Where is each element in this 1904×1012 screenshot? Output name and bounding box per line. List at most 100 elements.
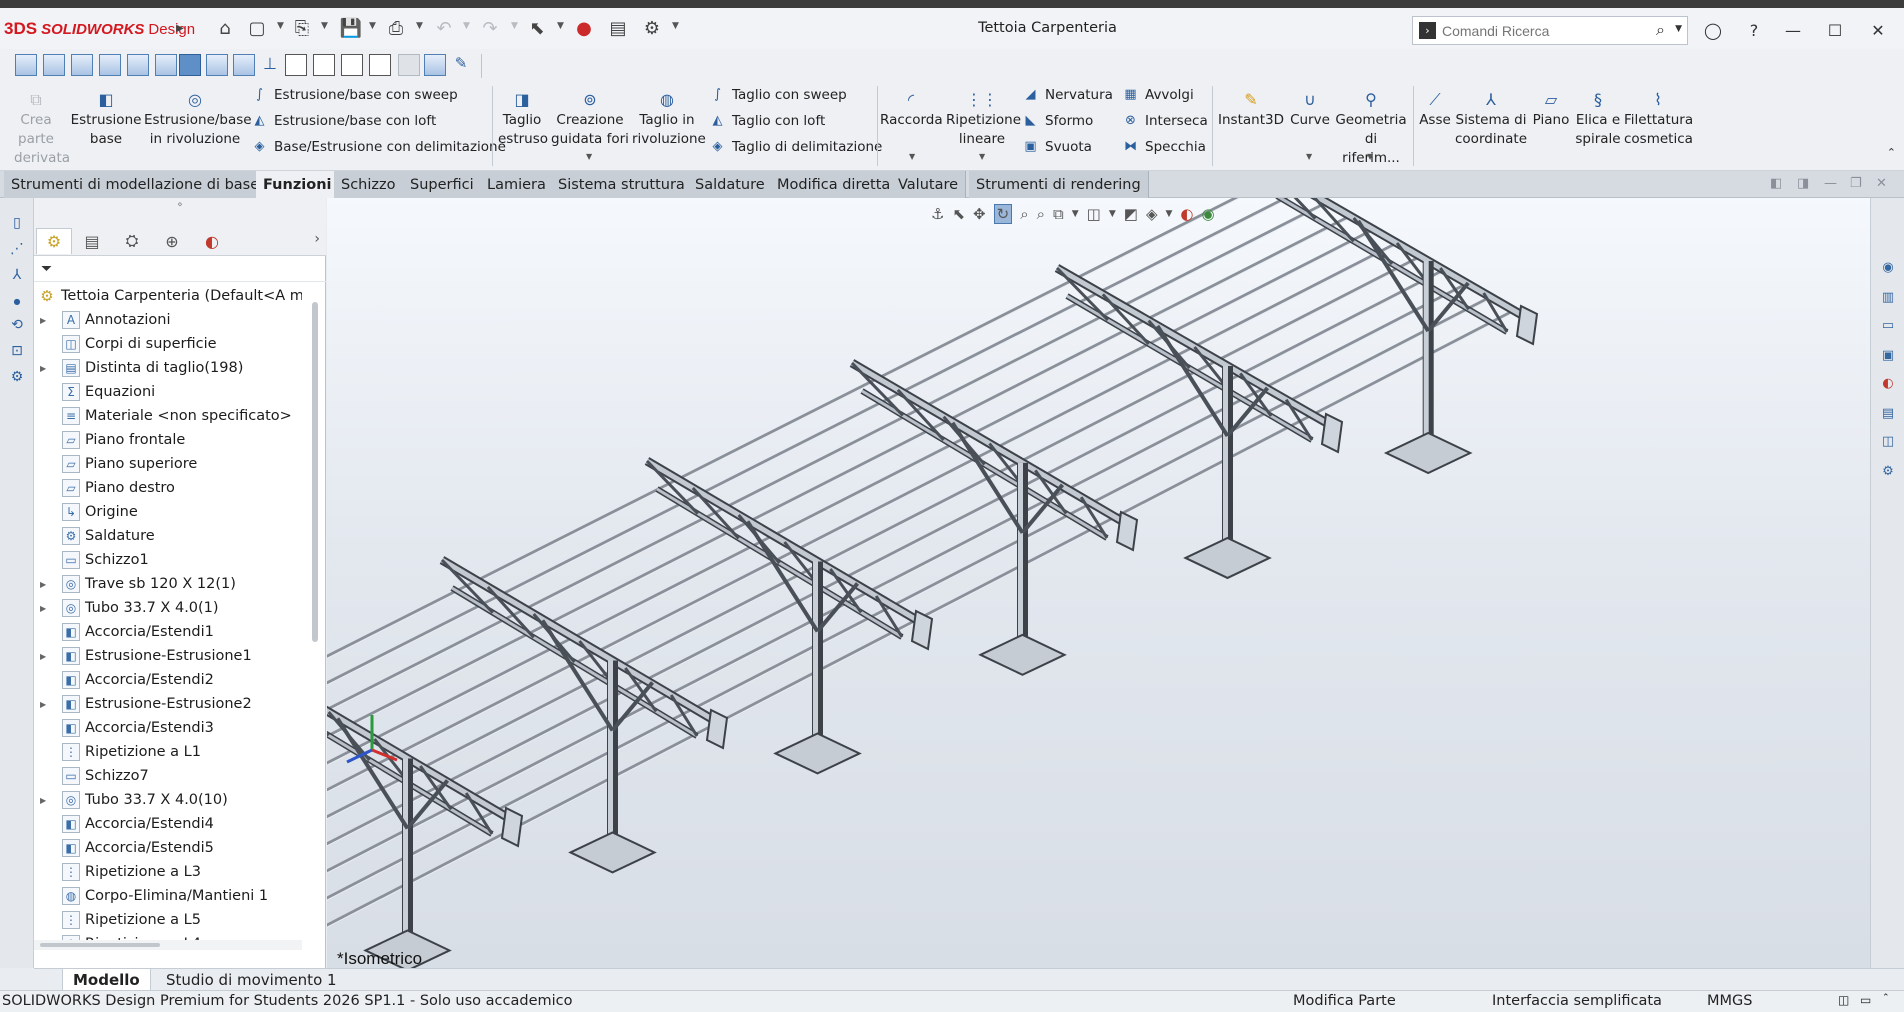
pan-icon[interactable]: ✥ <box>973 205 986 223</box>
tab-strumenti-rendering[interactable]: Strumenti di rendering <box>969 171 1149 198</box>
pattern-dropdown-icon[interactable]: ▼ <box>979 152 985 161</box>
taglio-sweep-button[interactable]: ∫ Taglio con sweep <box>709 86 847 103</box>
collapse-ribbon-icon[interactable]: ⌃ <box>1887 146 1896 159</box>
tree-item[interactable]: ◫ Corpi di superficie <box>34 332 302 356</box>
tree-item[interactable]: ⋮ Ripetizione a L5 <box>34 908 302 932</box>
tree-item[interactable]: ▶ ◎ Trave sb 120 X 12(1) <box>34 572 302 596</box>
tree-item[interactable]: ▶ A Annotazioni <box>34 308 302 332</box>
file-properties-icon[interactable]: ▤ <box>606 16 630 40</box>
solidworks-resources-icon[interactable]: ◉ <box>1877 256 1899 278</box>
forum-icon[interactable]: ◫ <box>1877 430 1899 452</box>
display-style-icon[interactable]: ◈ <box>1146 205 1158 223</box>
tree-item[interactable]: ◧ Accorcia/Estendi4 <box>34 812 302 836</box>
print-icon[interactable]: ⎙ <box>384 16 408 40</box>
ripetizione-lineare-button[interactable]: ⋮⋮ Ripetizione lineare <box>946 88 1021 149</box>
tree-item[interactable]: ▱ Piano superiore <box>34 452 302 476</box>
display-dropdown-icon[interactable]: ▼ <box>1165 209 1172 219</box>
search-icon[interactable]: ⌕ <box>1656 20 1665 40</box>
rotate-view-icon[interactable]: ⟲ <box>6 314 28 336</box>
new-document-icon[interactable]: ▢ <box>245 16 269 40</box>
nervatura-button[interactable]: ◢ Nervatura <box>1022 86 1113 103</box>
appearances-scenes-icon[interactable]: ◐ <box>1877 372 1899 394</box>
piano-button[interactable]: ▱ Piano <box>1528 88 1574 130</box>
save-dropdown-icon[interactable]: ▼ <box>369 21 376 31</box>
status-chat-icon[interactable]: ◫ <box>1838 993 1849 1007</box>
previous-view-icon[interactable]: ⧉ <box>1053 205 1064 223</box>
select-cursor-icon[interactable]: ⬉ <box>525 16 549 40</box>
tab-sistema-struttura[interactable]: Sistema struttura <box>551 171 693 198</box>
view-left-icon[interactable] <box>71 54 93 76</box>
menu-expand-icon[interactable]: ▶ <box>173 16 187 40</box>
tab-superfici[interactable]: Superfici <box>403 171 482 198</box>
sensor-icon[interactable]: ⊡ <box>6 340 28 362</box>
estrusione-base-button[interactable]: ◧ Estrusione base <box>70 88 142 149</box>
sketch-icon[interactable]: ▯ <box>6 212 28 234</box>
view-isometric-icon[interactable] <box>179 54 201 76</box>
tree-item[interactable]: ◧ Accorcia/Estendi1 <box>34 620 302 644</box>
tile-horizontal-icon[interactable]: ◧ <box>1770 176 1782 191</box>
zoom-to-fit-icon[interactable]: ⚓ <box>931 205 944 223</box>
tree-item[interactable]: ↳ Origine <box>34 500 302 524</box>
expand-arrow-icon[interactable]: ▶ <box>40 700 52 709</box>
search-input[interactable] <box>1442 22 1642 39</box>
tree-item[interactable]: ▶ ◎ Tubo 33.7 X 4.0(10) <box>34 788 302 812</box>
print-dropdown-icon[interactable]: ▼ <box>416 21 423 31</box>
tree-item[interactable]: ◧ Accorcia/Estendi2 <box>34 668 302 692</box>
tree-item[interactable]: ≡ Materiale <non specificato> <box>34 404 302 428</box>
estrusione-sweep-button[interactable]: ∫ Estrusione/base con sweep <box>251 86 458 103</box>
tab-strumenti-modellazione[interactable]: Strumenti di modellazione di base <box>4 171 268 198</box>
tree-horizontal-scrollbar[interactable] <box>34 940 302 950</box>
minimize-button[interactable]: — <box>1780 18 1806 42</box>
open-icon[interactable]: ⎘ <box>290 16 314 40</box>
edit-view-icon[interactable]: ✎ <box>450 54 472 76</box>
normal-to-icon[interactable]: ⊥ <box>259 54 281 76</box>
expand-arrow-icon[interactable]: ▶ <box>40 316 52 325</box>
tree-item[interactable]: ◧ Accorcia/Estendi5 <box>34 836 302 860</box>
tree-item[interactable]: ◧ Accorcia/Estendi3 <box>34 716 302 740</box>
tab-modello[interactable]: Modello <box>62 969 151 991</box>
single-view-icon[interactable] <box>285 54 307 76</box>
design-library-icon[interactable]: ▥ <box>1877 286 1899 308</box>
tab-funzioni[interactable]: Funzioni <box>256 171 340 198</box>
expand-arrow-icon[interactable]: ▶ <box>40 796 52 805</box>
tab-valutare[interactable]: Valutare <box>891 171 967 198</box>
view-back-icon[interactable] <box>43 54 65 76</box>
tree-item[interactable]: ▱ Piano frontale <box>34 428 302 452</box>
specchia-button[interactable]: ⧓ Specchia <box>1122 138 1206 155</box>
section-view-icon[interactable]: ◫ <box>1087 205 1101 223</box>
tree-item[interactable]: ▶ ▤ Distinta di taglio(198) <box>34 356 302 380</box>
maximize-button[interactable]: ☐ <box>1822 18 1848 42</box>
sistema-coordinate-button[interactable]: ⅄ Sistema di coordinate <box>1455 88 1527 149</box>
view-palette-icon[interactable]: ▣ <box>1877 344 1899 366</box>
doc-minimize-icon[interactable]: — <box>1824 176 1837 191</box>
zoom-area-icon[interactable]: ⌕ <box>1020 205 1028 223</box>
redo-dropdown-icon[interactable]: ▼ <box>511 21 518 31</box>
view-front-icon[interactable] <box>15 54 37 76</box>
tree-item[interactable]: ▱ Piano destro <box>34 476 302 500</box>
hole-wizard-dropdown-icon[interactable]: ▼ <box>586 152 592 161</box>
curves-dropdown-icon[interactable]: ▼ <box>1306 152 1312 161</box>
tree-item[interactable]: ▭ Schizzo1 <box>34 548 302 572</box>
tree-horizontal-scroll-thumb[interactable] <box>40 943 160 947</box>
scene-icon[interactable]: ◉ <box>1202 205 1215 223</box>
coordinate-triad-icon[interactable]: ⅄ <box>6 264 28 286</box>
rotate-icon[interactable]: ↻ <box>993 204 1013 224</box>
raccorda-button[interactable]: ◜ Raccorda <box>880 88 943 130</box>
four-view-icon[interactable] <box>369 54 391 76</box>
view-dimetric-icon[interactable] <box>233 54 255 76</box>
estrusione-rivoluzione-button[interactable]: ◎ Estrusione/base in rivoluzione <box>144 88 252 149</box>
status-units[interactable]: MMGS <box>1707 993 1752 1009</box>
fillet-dropdown-icon[interactable]: ▼ <box>909 152 915 161</box>
tree-item[interactable]: ◍ Corpo-Elimina/Mantieni 1 <box>34 884 302 908</box>
creazione-guidata-fori-button[interactable]: ⊚ Creazione guidata fori <box>550 88 630 149</box>
curve-button[interactable]: ∪ Curve <box>1284 88 1336 130</box>
select-dropdown-icon[interactable]: ▼ <box>557 21 564 31</box>
doc-close-icon[interactable]: ✕ <box>1876 176 1887 191</box>
tab-modifica-diretta[interactable]: Modifica diretta <box>770 171 899 198</box>
custom-properties-icon[interactable]: ▤ <box>1877 402 1899 424</box>
configuration-manager-tab-icon[interactable]: ⛭ <box>114 228 150 254</box>
tree-item[interactable]: ⚙ Saldature <box>34 524 302 548</box>
tab-schizzo[interactable]: Schizzo <box>334 171 404 198</box>
filettatura-cosmetica-button[interactable]: ⌇ Filettatura cosmetica <box>1624 88 1693 149</box>
status-display-icon[interactable]: ▭ <box>1860 993 1871 1007</box>
